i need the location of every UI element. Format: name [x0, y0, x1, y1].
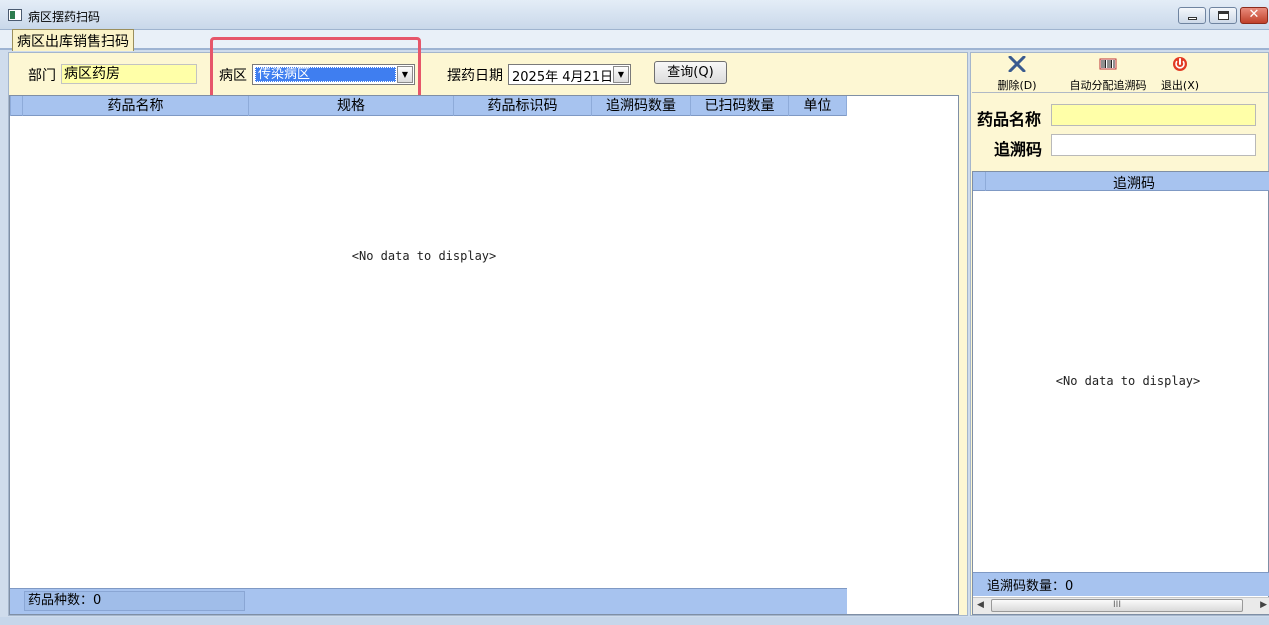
minimize-button[interactable] [1178, 7, 1206, 24]
auto-assign-label: 自动分配追溯码 [1069, 79, 1147, 92]
delete-label: 删除(D) [997, 79, 1037, 92]
column-scanned-count[interactable]: 已扫码数量 [690, 96, 788, 116]
trace-code-count: 追溯码数量：0 [987, 579, 1074, 594]
grid-header: 药品名称 规格 药品标识码 追溯码数量 已扫码数量 单位 [10, 96, 847, 116]
date-label: 摆药日期 [447, 68, 503, 84]
close-button[interactable]: ✕ [1240, 7, 1268, 24]
delete-button[interactable]: 删除(D) [990, 55, 1044, 93]
barcode-icon [1099, 58, 1117, 70]
toolbar-divider [972, 92, 1268, 93]
tab-ward-outbound-scan[interactable]: 病区出库销售扫码 [12, 29, 134, 51]
window-bottom-border [0, 617, 1269, 625]
column-trace-code[interactable]: 追溯码 [1000, 173, 1268, 193]
power-icon [1173, 57, 1187, 71]
scrollbar-thumb[interactable]: III [991, 599, 1243, 612]
drug-count: 药品种数：0 [24, 591, 245, 611]
x-icon [1008, 55, 1026, 73]
chevron-down-icon[interactable]: ▼ [613, 66, 629, 83]
column-drug-name[interactable]: 药品名称 [22, 96, 248, 116]
column-trace-count[interactable]: 追溯码数量 [591, 96, 690, 116]
column-drug-id-code[interactable]: 药品标识码 [453, 96, 591, 116]
drug-grid[interactable] [9, 95, 959, 615]
exit-button[interactable]: 退出(X) [1156, 56, 1204, 93]
highlight-annotation [210, 37, 421, 101]
maximize-button[interactable] [1209, 7, 1237, 24]
app-icon [8, 9, 22, 21]
trace-code-label: 追溯码 [994, 140, 1043, 159]
date-value: 2025年 4月21日 [512, 70, 614, 85]
grid-empty-text: <No data to display> [351, 249, 497, 263]
dept-label: 部门 [28, 68, 56, 84]
tab-strip [0, 30, 1269, 50]
date-picker[interactable]: 2025年 4月21日 ▼ [508, 64, 631, 85]
query-button[interactable]: 查询(Q) [654, 61, 727, 84]
dept-field[interactable]: 病区药房 [61, 64, 197, 84]
drug-name-field[interactable] [1051, 104, 1256, 126]
column-spec[interactable]: 规格 [248, 96, 453, 116]
window-title: 病区摆药扫码 [28, 10, 101, 24]
exit-label: 退出(X) [1160, 79, 1200, 92]
grid-indicator-column [10, 96, 22, 116]
trace-code-grid[interactable] [972, 171, 1269, 615]
auto-assign-trace-button[interactable]: 自动分配追溯码 [1063, 56, 1153, 93]
scroll-left-icon[interactable]: ◀ [977, 600, 984, 610]
scroll-right-icon[interactable]: ▶ [1260, 600, 1267, 610]
column-unit[interactable]: 单位 [788, 96, 847, 116]
close-icon: ✕ [1248, 7, 1260, 22]
trace-grid-indicator-column [985, 172, 986, 191]
minimize-icon [1188, 17, 1197, 20]
trace-grid-empty-text: <No data to display> [1055, 374, 1201, 388]
title-bar [0, 0, 1269, 30]
drug-name-label: 药品名称 [977, 110, 1042, 129]
maximize-icon [1218, 11, 1229, 20]
trace-code-field[interactable] [1051, 134, 1256, 156]
